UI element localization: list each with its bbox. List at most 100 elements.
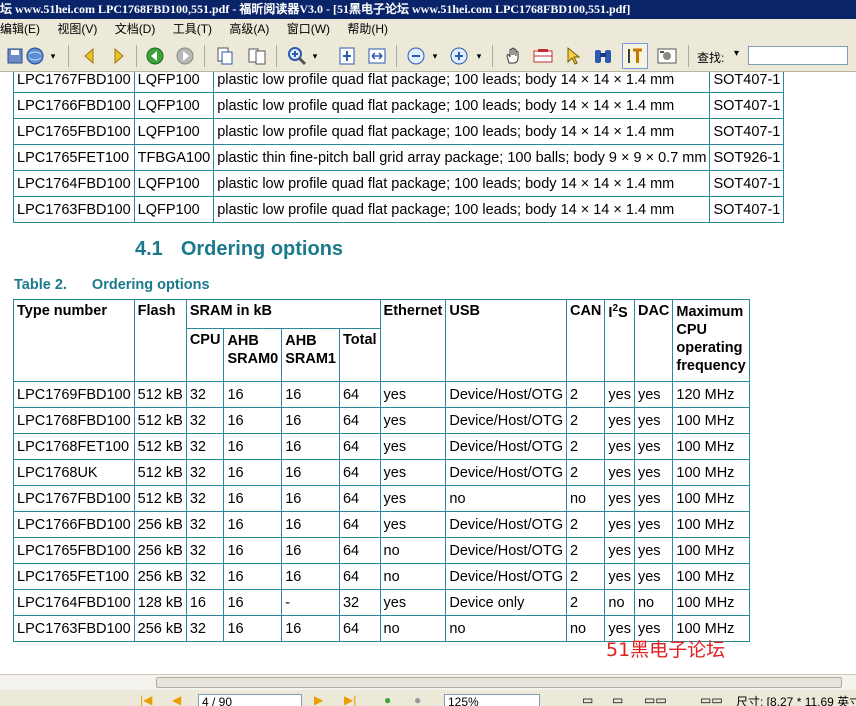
- table-cell: LQFP100: [133, 92, 215, 119]
- fit-width-icon[interactable]: [364, 43, 390, 69]
- header-frequency-line: CPU: [676, 322, 708, 338]
- search-input[interactable]: [748, 46, 848, 65]
- table-cell: 100 MHz: [672, 485, 750, 512]
- menu-tools[interactable]: 工具(T): [173, 19, 212, 40]
- table-cell: LPC1768UK: [13, 459, 135, 486]
- zoom-plus-icon[interactable]: [446, 43, 472, 69]
- forward-icon[interactable]: [172, 43, 198, 69]
- table-cell: no: [379, 563, 447, 590]
- menu-view[interactable]: 视图(V): [57, 19, 97, 40]
- horizontal-scrollbar[interactable]: [0, 674, 856, 690]
- table-cell: yes: [633, 433, 674, 460]
- continuous-page-icon[interactable]: ▭: [612, 693, 623, 706]
- table-cell: plastic thin fine-pitch ball grid array …: [213, 144, 711, 171]
- table-cell: no: [565, 485, 606, 512]
- table-cell: LPC1764FBD100: [13, 589, 135, 616]
- facing-page-icon[interactable]: ▭▭: [644, 693, 667, 706]
- table-cell: 16: [223, 511, 283, 538]
- zoom-field[interactable]: 125%: [444, 694, 540, 706]
- table-cell: Device/Host/OTG: [445, 407, 567, 434]
- chevron-down-icon[interactable]: ▾: [734, 48, 739, 59]
- menu-help[interactable]: 帮助(H): [347, 19, 388, 40]
- header-i2s: I2S: [604, 299, 635, 382]
- table-cell: SOT407-1: [709, 170, 785, 197]
- table-row: LPC1768UK 512 kB 32 16 16 64 yes Device/Host/OT…: [13, 459, 750, 486]
- table-row: LPC1765FET100 TFBGA100 plastic thin fine-p…: [13, 144, 785, 171]
- back-icon[interactable]: [142, 43, 168, 69]
- page-size-text: 尺寸: [8.27 * 11.69 英寸]: [736, 695, 856, 706]
- table-cell: 16: [223, 563, 283, 590]
- menu-window[interactable]: 窗口(W): [287, 19, 330, 40]
- table-cell: no: [445, 615, 567, 642]
- snapshot-icon[interactable]: [530, 43, 556, 69]
- copy-icon[interactable]: [212, 43, 238, 69]
- header-ahb0-line: SRAM0: [227, 351, 279, 367]
- table-row: LPC1768FBD100 512 kB 32 16 16 64 yes Device/Hos…: [13, 407, 750, 434]
- table-row: LPC1766FBD100 256 kB 32 16 16 64 yes Device/Hos…: [13, 511, 750, 538]
- zoom-level: 125%: [448, 695, 479, 706]
- select-icon[interactable]: [560, 43, 586, 69]
- page-number-field[interactable]: 4 / 90: [198, 694, 302, 706]
- back-icon[interactable]: ●: [384, 693, 391, 706]
- forward-icon[interactable]: ●: [414, 693, 421, 706]
- table-cell: SOT407-1: [709, 196, 785, 223]
- table-cell: yes: [379, 459, 447, 486]
- table-cell: 32: [185, 511, 225, 538]
- menu-edit[interactable]: 编辑(E): [0, 19, 40, 40]
- header-ahb-sram1: AHB SRAM1: [281, 328, 340, 382]
- table-cell: yes: [604, 407, 635, 434]
- table-cell: 100 MHz: [672, 459, 750, 486]
- header-type-number: Type number: [13, 299, 135, 382]
- header-frequency-line: operating: [676, 340, 743, 356]
- next-page-icon[interactable]: ▶: [314, 693, 323, 706]
- table-cell: yes: [379, 511, 447, 538]
- zoom-out-icon[interactable]: [403, 43, 429, 69]
- table-cell: yes: [604, 563, 635, 590]
- table-cell: 16: [281, 407, 340, 434]
- last-page-icon[interactable]: ▶|: [344, 693, 356, 706]
- table-cell: plastic low profile quad flat package; 1…: [213, 170, 711, 197]
- section-heading: 4.1 Ordering options: [135, 238, 343, 261]
- table-cell: LQFP100: [133, 72, 215, 93]
- table-row: LPC1764FBD100 128 kB 16 16-32 yes Device only…: [13, 589, 750, 616]
- prev-page-icon[interactable]: ◀: [172, 693, 181, 706]
- pages-icon[interactable]: [244, 43, 270, 69]
- chevron-down-icon[interactable]: ▾: [308, 43, 322, 69]
- continuous-facing-icon[interactable]: ▭▭: [700, 693, 723, 706]
- table-caption-title: Ordering options: [91, 277, 210, 293]
- first-page-icon[interactable]: |◀: [140, 693, 152, 706]
- table-cell: LPC1765FET100: [13, 563, 135, 590]
- find-binoculars-icon[interactable]: [590, 43, 616, 69]
- chevron-down-icon[interactable]: ▾: [46, 43, 60, 69]
- arrow-right-icon[interactable]: [106, 43, 132, 69]
- chevron-down-icon[interactable]: ▾: [472, 43, 486, 69]
- table-cell: yes: [379, 381, 447, 408]
- table-cell: LPC1766FBD100: [13, 511, 135, 538]
- table-row: LPC1767FBD100 LQFP100 plastic low profile …: [13, 72, 785, 93]
- globe-icon[interactable]: [22, 43, 48, 69]
- table-cell: LPC1764FBD100: [13, 170, 135, 197]
- menu-document[interactable]: 文档(D): [115, 19, 156, 40]
- arrow-left-icon[interactable]: [76, 43, 102, 69]
- fit-page-icon[interactable]: [334, 43, 360, 69]
- table-cell: 2: [565, 433, 606, 460]
- single-page-icon[interactable]: ▭: [582, 693, 593, 706]
- text-select-icon[interactable]: [622, 43, 648, 69]
- scrollbar-thumb[interactable]: [156, 677, 842, 688]
- document-view[interactable]: LPC1767FBD100 LQFP100 plastic low profile …: [0, 72, 856, 674]
- table-cell: LPC1768FBD100: [13, 407, 135, 434]
- table-cell: no: [379, 537, 447, 564]
- table-cell: 128 kB: [133, 589, 187, 616]
- menu-advanced[interactable]: 高级(A): [229, 19, 269, 40]
- table-row: LPC1769FBD100 512 kB 32 16 16 64 yes Device/Hos…: [13, 381, 750, 408]
- ordering-options-table: Type number Flash SRAM in kB Ethernet US…: [13, 299, 750, 642]
- image-icon[interactable]: [654, 43, 680, 69]
- hand-icon[interactable]: [500, 43, 526, 69]
- zoom-in-icon[interactable]: [284, 43, 310, 69]
- table-cell: LQFP100: [133, 196, 215, 223]
- table-cell: 16: [223, 485, 283, 512]
- table-cell: 100 MHz: [672, 537, 750, 564]
- chevron-down-icon[interactable]: ▾: [428, 43, 442, 69]
- table-cell: yes: [604, 485, 635, 512]
- table-cell: yes: [604, 537, 635, 564]
